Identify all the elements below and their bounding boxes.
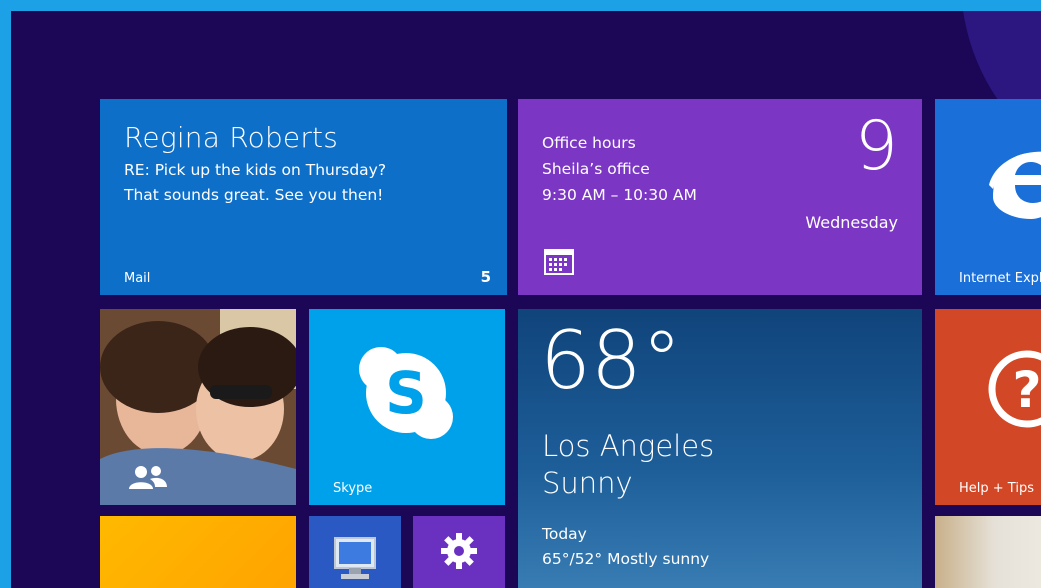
desktop-computer-icon — [334, 537, 376, 579]
gear-icon — [441, 533, 477, 569]
help-tips-tile[interactable]: ? Help + Tips — [935, 309, 1041, 505]
internet-explorer-tile[interactable]: Internet Explorer — [935, 99, 1041, 295]
internet-explorer-icon — [989, 151, 1041, 219]
weather-today-label: Today — [542, 525, 587, 543]
people-tile[interactable] — [100, 309, 296, 505]
calendar-day-number: 9 — [854, 107, 898, 186]
weather-tile[interactable]: 68° Los Angeles Sunny Today 65°/52° Most… — [518, 309, 922, 588]
skype-label: Skype — [333, 481, 373, 496]
mail-unread-count: 5 — [480, 268, 491, 286]
yellow-app-tile[interactable] — [100, 516, 296, 588]
svg-text:S: S — [385, 359, 427, 427]
weather-city: Los Angeles — [542, 429, 715, 463]
calendar-icon — [544, 249, 574, 275]
mail-tile[interactable]: Regina Roberts RE: Pick up the kids on T… — [100, 99, 507, 295]
skype-tile[interactable]: S Skype — [309, 309, 505, 505]
weather-forecast: 65°/52° Mostly sunny — [542, 550, 710, 568]
calendar-tile[interactable]: Office hours Sheila’s office 9:30 AM – 1… — [518, 99, 922, 295]
mail-subject: RE: Pick up the kids on Thursday? — [124, 161, 387, 179]
people-icon — [129, 466, 167, 489]
desktop-tile[interactable] — [309, 516, 401, 588]
internet-explorer-label: Internet Explorer — [959, 271, 1041, 286]
skype-icon: S — [359, 347, 453, 439]
svg-text:?: ? — [1012, 361, 1041, 419]
event-location: Sheila’s office — [542, 160, 650, 178]
settings-tile[interactable] — [413, 516, 505, 588]
photos-tile[interactable] — [935, 516, 1041, 588]
start-screen: Regina Roberts RE: Pick up the kids on T… — [11, 11, 1041, 588]
mail-preview: That sounds great. See you then! — [124, 186, 384, 204]
event-title: Office hours — [542, 134, 636, 152]
question-mark-icon: ? — [988, 350, 1041, 428]
event-time: 9:30 AM – 10:30 AM — [542, 186, 697, 204]
mail-sender: Regina Roberts — [124, 121, 339, 154]
mail-label: Mail — [124, 271, 151, 286]
weather-temperature: 68° — [540, 314, 682, 407]
weather-condition: Sunny — [542, 466, 633, 500]
help-tips-label: Help + Tips — [959, 481, 1034, 496]
calendar-weekday: Wednesday — [805, 213, 898, 232]
